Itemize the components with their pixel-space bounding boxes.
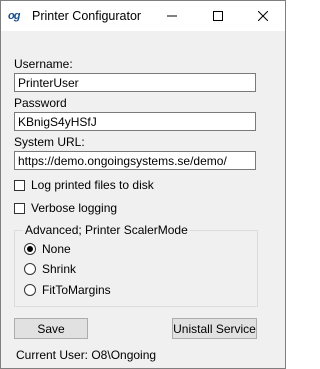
log-printed-checkbox[interactable] — [14, 179, 25, 191]
password-label: Password — [14, 96, 67, 110]
scaler-option-none[interactable]: None — [24, 242, 71, 256]
close-icon — [257, 11, 268, 21]
current-user-status: Current User: O8\Ongoing — [16, 348, 157, 362]
title-bar: og Printer Configurator — [1, 1, 285, 31]
save-button[interactable]: Save — [14, 318, 88, 339]
username-label: Username: — [14, 57, 73, 71]
verbose-logging-checkbox[interactable] — [14, 202, 25, 214]
password-field[interactable] — [14, 112, 256, 131]
verbose-logging-label: Verbose logging — [31, 201, 118, 215]
scaler-option-fittomargins[interactable]: FitToMargins — [24, 283, 111, 297]
close-button[interactable] — [240, 1, 285, 31]
shrink-radio-label: Shrink — [42, 262, 77, 276]
app-window: og Printer Configurator Username: Passwo… — [0, 0, 286, 369]
system-url-field[interactable] — [14, 151, 256, 170]
none-radio-label: None — [42, 242, 71, 256]
scaler-option-shrink[interactable]: Shrink — [24, 262, 76, 276]
log-printed-label: Log printed files to disk — [31, 178, 154, 192]
username-field[interactable] — [14, 73, 256, 92]
none-radio[interactable] — [24, 243, 36, 255]
log-printed-option[interactable]: Log printed files to disk — [14, 178, 154, 192]
system-url-label: System URL: — [14, 135, 85, 149]
fittomargins-radio[interactable] — [24, 284, 36, 296]
maximize-button[interactable] — [195, 1, 240, 31]
uninstall-service-button[interactable]: Unistall Service — [172, 318, 257, 339]
fittomargins-radio-label: FitToMargins — [42, 283, 111, 297]
verbose-logging-option[interactable]: Verbose logging — [14, 201, 117, 215]
minimize-icon — [166, 15, 177, 17]
window-title: Printer Configurator — [32, 9, 142, 23]
maximize-icon — [212, 11, 223, 21]
minimize-button[interactable] — [149, 1, 194, 31]
shrink-radio[interactable] — [24, 263, 36, 275]
scaler-mode-group-title: Advanced; Printer ScalerMode — [23, 223, 190, 237]
app-logo-icon: og — [8, 10, 20, 22]
